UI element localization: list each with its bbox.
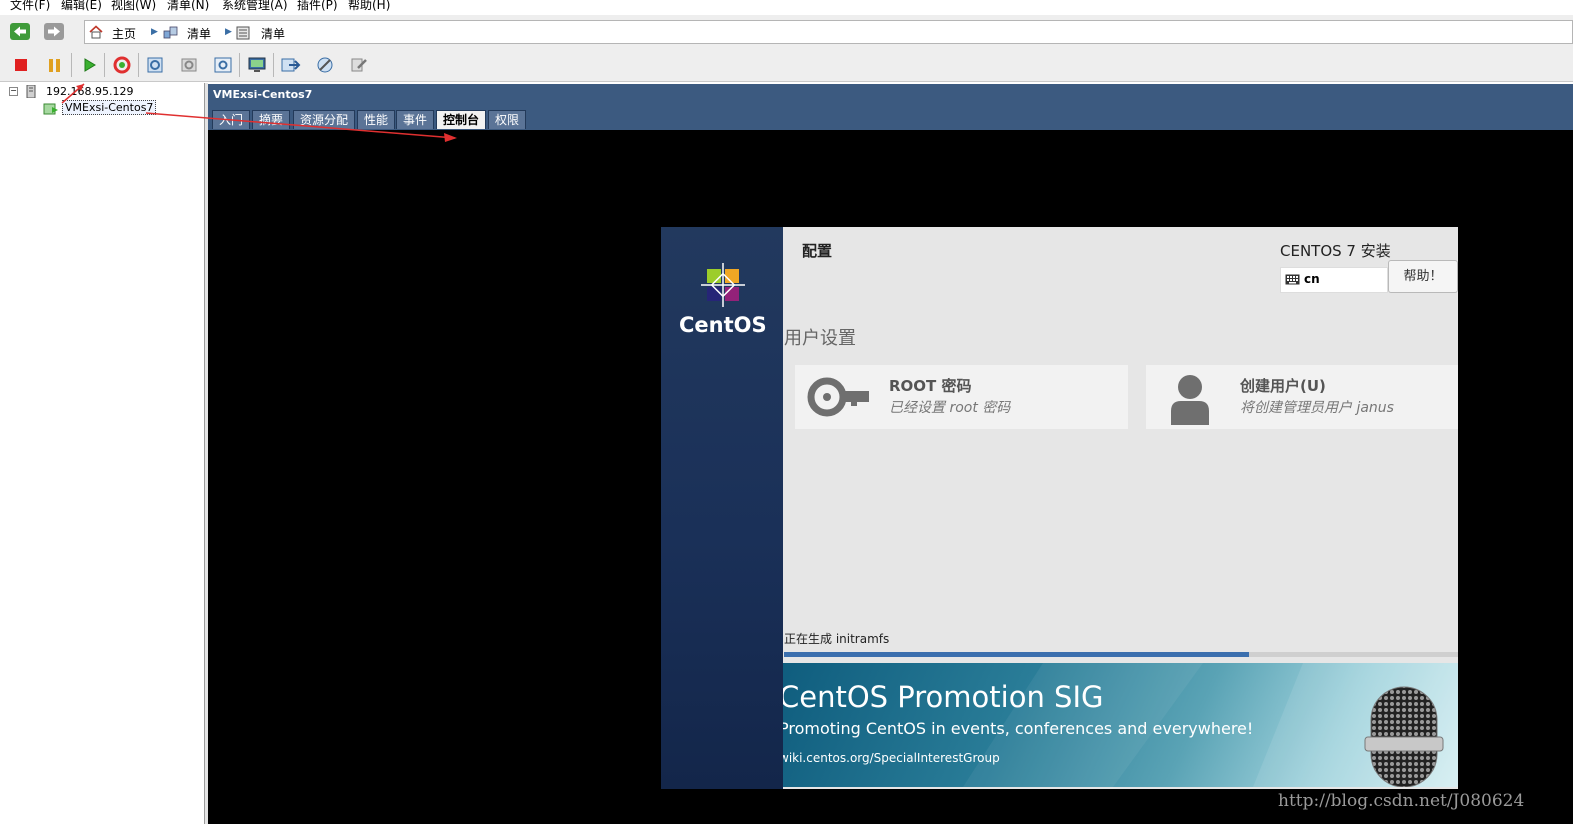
settings-icon[interactable] [314, 54, 336, 76]
keyboard-icon [1285, 274, 1300, 288]
progress-status: 正在生成 initramfs [784, 632, 890, 646]
microphone-icon [1353, 683, 1457, 787]
key-icon [807, 376, 871, 421]
vm-running-icon [43, 102, 59, 119]
migrate-icon[interactable] [280, 54, 302, 76]
toolbar-separator [71, 53, 72, 77]
home-icon[interactable] [89, 25, 103, 42]
reset-icon[interactable] [111, 54, 133, 76]
chevron-right-icon: ▶ [151, 27, 158, 37]
install-progress-fill [784, 652, 1250, 657]
user-settings-title: 用户设置 [784, 328, 856, 349]
snapshot-revert-icon[interactable] [178, 54, 200, 76]
vm-header: VMExsi-Centos7 入门 摘要 资源分配 性能 事件 控制台 权限 [208, 84, 1573, 130]
tab-events[interactable]: 事件 [396, 110, 435, 129]
banner-link[interactable]: wiki.centos.org/SpecialInterestGroup [783, 751, 1000, 765]
promotion-banner: CentOS Promotion SIG Promoting CentOS in… [783, 663, 1458, 787]
inventory-list-icon [236, 26, 250, 43]
toolbar-separator [104, 53, 105, 77]
centos-installer: CentOS 配置 CENTOS 7 安装 cn 帮助！ 用户设置 ROOT 密… [661, 227, 1458, 789]
menu-inventory[interactable]: 清单(N) [167, 0, 209, 13]
root-password-title: ROOT 密码 [889, 377, 972, 395]
vm-title: VMExsi-Centos7 [213, 88, 313, 101]
install-progress-bar [784, 652, 1458, 657]
console-icon[interactable] [246, 54, 268, 76]
permissions-icon[interactable] [348, 54, 370, 76]
tab-summary[interactable]: 摘要 [252, 110, 291, 129]
snapshot-manager-icon[interactable] [212, 54, 234, 76]
menu-administration[interactable]: 系统管理(A) [222, 0, 288, 13]
toolbar-separator [273, 53, 274, 77]
centos-logo-text: CentOS [679, 313, 767, 337]
tab-resource-allocation[interactable]: 资源分配 [293, 110, 356, 129]
breadcrumb-home[interactable]: 主页 [112, 25, 136, 42]
menu-view[interactable]: 视图(W) [111, 0, 156, 13]
keyboard-layout-label: cn [1304, 272, 1320, 286]
tab-permissions[interactable]: 权限 [488, 110, 527, 129]
menu-bar: 文件(F) 编辑(E) 视图(W) 清单(N) 系统管理(A) 插件(P) 帮助… [0, 0, 1573, 14]
toolbar-separator [138, 53, 139, 77]
centos-logo-icon [700, 262, 746, 311]
stop-icon[interactable] [10, 54, 32, 76]
breadcrumb-inventory-list[interactable]: 清单 [261, 25, 285, 42]
breadcrumb: 主页 ▶ 清单 ▶ 清单 [84, 20, 1573, 44]
chevron-right-icon: ▶ [225, 27, 232, 37]
breadcrumb-inventory[interactable]: 清单 [187, 25, 211, 42]
create-user-title: 创建用户(U) [1240, 377, 1326, 395]
config-title: 配置 [802, 242, 833, 260]
forward-arrow-icon[interactable] [44, 23, 64, 40]
banner-title: CentOS Promotion SIG [783, 680, 1104, 714]
help-button[interactable]: 帮助！ [1388, 260, 1458, 293]
installer-sidebar: CentOS [661, 227, 783, 789]
tab-getting-started[interactable]: 入门 [212, 110, 251, 129]
create-user-status: 将创建管理员用户 janus [1240, 400, 1394, 416]
menu-plugins[interactable]: 插件(P) [297, 0, 338, 13]
collapse-icon[interactable]: − [9, 87, 18, 96]
back-arrow-icon[interactable] [10, 23, 30, 40]
banner-subtitle: Promoting CentOS in events, conferences … [783, 719, 1254, 738]
tree-host-node[interactable]: 192.168.95.129 [46, 85, 133, 98]
inventory-icon [163, 26, 178, 42]
tab-performance[interactable]: 性能 [357, 110, 396, 129]
watermark: http://blog.csdn.net/J080624 [1278, 791, 1525, 811]
host-icon [26, 84, 36, 101]
toolbar-separator [239, 53, 240, 77]
play-icon[interactable] [79, 54, 101, 76]
inventory-tree: − 192.168.95.129 VMExsi-Centos7 [4, 83, 205, 824]
snapshot-icon[interactable] [144, 54, 166, 76]
pause-icon[interactable] [44, 54, 66, 76]
install-title: CENTOS 7 安装 [1280, 242, 1391, 260]
root-password-status: 已经设置 root 密码 [889, 400, 1011, 416]
menu-file[interactable]: 文件(F) [10, 0, 50, 13]
tab-console[interactable]: 控制台 [436, 110, 487, 129]
create-user-spoke[interactable]: 创建用户(U) 将创建管理员用户 janus [1146, 365, 1458, 429]
root-password-spoke[interactable]: ROOT 密码 已经设置 root 密码 [795, 365, 1128, 429]
navigation-bar: 主页 ▶ 清单 ▶ 清单 [0, 15, 1573, 49]
menu-help[interactable]: 帮助(H) [348, 0, 390, 13]
menu-edit[interactable]: 编辑(E) [61, 0, 102, 13]
tree-vm-node[interactable]: VMExsi-Centos7 [62, 100, 157, 115]
user-icon [1169, 373, 1211, 428]
toolbar [0, 49, 1573, 82]
keyboard-layout-indicator[interactable]: cn [1280, 267, 1388, 293]
